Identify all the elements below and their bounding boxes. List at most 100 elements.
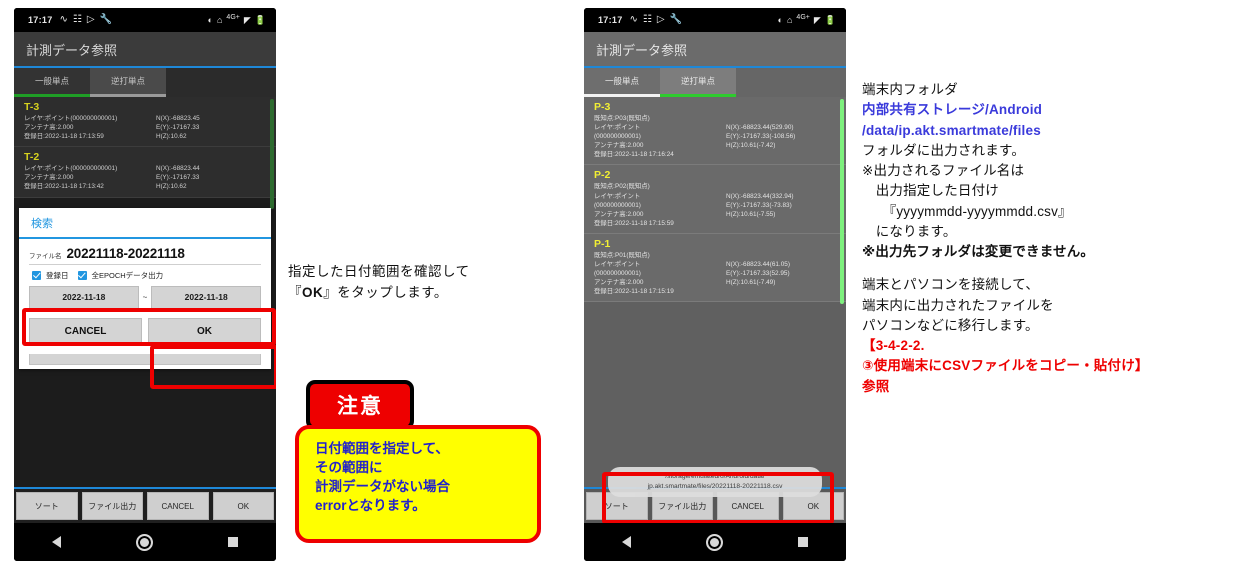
brightness-icon: ◐	[207, 15, 213, 25]
screen-right: 計測データ参照 一般単点 逆打単点 P-3 既知点:P03(既知点) レイヤ:ポ…	[584, 32, 846, 523]
tab-bar-left: 一般単点 逆打単点	[14, 68, 276, 94]
navigation-bar-left	[14, 523, 276, 561]
annotation-right-line9: ※出力先フォルダは変更できません。	[862, 244, 1095, 259]
dialog-action-row: CANCEL OK	[19, 309, 271, 354]
date-from-button[interactable]: 2022-11-18	[29, 285, 139, 309]
recents-icon[interactable]	[228, 537, 239, 547]
back-icon[interactable]	[621, 536, 631, 548]
annotation-right-line4: フォルダに出力されます。	[862, 142, 1026, 158]
toast-message: /storage/emulated/0/Android/data/ jp.akt…	[608, 467, 822, 497]
file-output-button[interactable]: ファイル出力	[81, 492, 143, 520]
page-title: 計測データ参照	[26, 42, 118, 58]
filename-row: ファイル名 20221118-20221118	[19, 239, 271, 263]
list-scrollbar[interactable]	[840, 99, 844, 304]
warning-line4: errorとなります。	[315, 498, 426, 514]
table-row[interactable]: T-3 レイヤ:ポイント(000000000001) アンテナ高:2.000 登…	[14, 97, 276, 148]
caution-label: 注意	[337, 395, 383, 418]
checkbox-row: 登録日 全EPOCHデータ出力	[19, 265, 271, 286]
annotation-right-line15: 参照	[862, 378, 890, 394]
annotation-right-line5: ※出力されるファイル名は	[862, 163, 1025, 178]
annotation-right-line6: 出力指定した日付け	[862, 183, 999, 199]
status-time: 17:17	[28, 15, 53, 25]
checkbox-registration-date-label: 登録日	[46, 270, 69, 280]
wave-icon: ∿	[59, 14, 68, 25]
list-scrollbar[interactable]	[270, 99, 274, 209]
filename-input[interactable]: 20221118-20221118	[67, 246, 185, 261]
tab-bar-right: 一般単点 逆打単点	[584, 68, 846, 94]
annotation-right-line1: 端末内フォルダ	[862, 82, 958, 97]
annotation-right-line12: パソコンなどに移行します。	[862, 317, 1039, 333]
navigation-bar-right	[584, 523, 846, 561]
status-bar-left: 17:17 ∿ ☷ ▷ 🔧 ◐ ⌂ 4G+ ◤ 🔋	[14, 8, 276, 32]
wrench-icon: 🔧	[669, 14, 683, 25]
annotation-right-line3: /data/ip.akt.smartmate/files	[862, 122, 1041, 138]
annotation-middle-line1: 指定した日付範囲を確認して	[288, 264, 470, 279]
app-title-bar-left: 計測データ参照	[14, 32, 276, 66]
warning-line2: その範囲に	[315, 460, 383, 476]
date-separator: ~	[142, 292, 148, 302]
annotation-right: 端末内フォルダ 内部共有ストレージ/Android /data/ip.akt.s…	[862, 80, 1232, 397]
phone-left: 17:17 ∿ ☷ ▷ 🔧 ◐ ⌂ 4G+ ◤ 🔋 計測データ参照 一般単点 逆…	[14, 8, 276, 561]
annotation-right-line2: 内部共有ストレージ/Android	[862, 102, 1043, 118]
recents-icon[interactable]	[798, 537, 809, 547]
date-range-row: 2022-11-18 ~ 2022-11-18	[19, 285, 271, 309]
ok-button-bottom[interactable]: OK	[212, 492, 274, 520]
toast-line1: /storage/emulated/0/Android/data/	[665, 473, 765, 481]
warning-line1: 日付範囲を指定して、	[315, 441, 449, 456]
annotation-right-line8: になります。	[862, 223, 957, 239]
tab-filler	[736, 68, 846, 94]
brightness-icon: ◐	[777, 15, 783, 25]
bottom-button-bar-left: ソート ファイル出力 CANCEL OK	[14, 487, 276, 523]
annotation-right-line13: 【3-4-2-2.	[862, 338, 925, 353]
toast-line2: jp.akt.smartmate/files/20221118-20221118…	[647, 483, 783, 491]
app-title-bar-right: 計測データ参照	[584, 32, 846, 66]
tab-stakeout-point[interactable]: 逆打単点	[90, 68, 166, 94]
cancel-button[interactable]: CANCEL	[29, 317, 142, 345]
status-bar-right: 17:17 ∿ ☷ ▷ 🔧 ◐ ⌂ 4G+ ◤ 🔋	[584, 8, 846, 32]
network-label: 4G+	[226, 13, 240, 21]
vpn-icon: ⌂	[786, 15, 793, 25]
table-row[interactable]: T-2 レイヤ:ポイント(000000000001) アンテナ高:2.000 登…	[14, 147, 276, 198]
tab-general-point[interactable]: 一般単点	[584, 68, 660, 94]
annotation-right-line10: 端末とパソコンを接続して、	[862, 277, 1040, 293]
record-list-left[interactable]: T-3 レイヤ:ポイント(000000000001) アンテナ高:2.000 登…	[14, 97, 276, 209]
annotation-middle-line2: 『OK』をタップします。	[288, 284, 448, 300]
checkbox-all-epoch[interactable]	[77, 270, 87, 280]
table-row[interactable]: P-3 既知点:P03(既知点) レイヤ:ポイント (000000000001)…	[584, 97, 846, 166]
checkbox-all-epoch-label: 全EPOCHデータ出力	[91, 270, 164, 280]
sort-button[interactable]: ソート	[16, 492, 78, 520]
checkbox-registration-date[interactable]	[32, 270, 41, 280]
table-row[interactable]: P-1 既知点:P01(既知点) レイヤ:ポイント (000000000001)…	[584, 233, 846, 303]
dialog-title: 検索	[31, 218, 53, 230]
send-icon: ▷	[656, 14, 665, 25]
tab-stakeout-point[interactable]: 逆打単点	[660, 68, 736, 94]
home-icon[interactable]	[705, 533, 723, 551]
sim-card-icon: ☷	[642, 14, 652, 25]
record-list-right[interactable]: P-3 既知点:P03(既知点) レイヤ:ポイント (000000000001)…	[584, 97, 846, 304]
screen-left: 計測データ参照 一般単点 逆打単点 T-3 レイヤ:ポイント(000000000…	[14, 32, 276, 523]
warning-line3: 計測データがない場合	[315, 479, 450, 495]
table-row[interactable]: P-2 既知点:P02(既知点) レイヤ:ポイント (000000000001)…	[584, 165, 846, 234]
status-time: 17:17	[598, 15, 623, 25]
send-icon: ▷	[86, 14, 95, 25]
tab-filler	[166, 68, 276, 94]
annotation-right-line11: 端末内に出力されたファイルを	[862, 297, 1054, 313]
annotation-right-line14: ③使用端末にCSVファイルをコピー・貼付け】	[862, 358, 1149, 374]
cancel-button-bottom[interactable]: CANCEL	[147, 492, 209, 520]
caution-badge: 注意	[306, 380, 414, 430]
annotation-right-line7: 『yyyymmdd-yyyymmdd.csv』	[862, 203, 1072, 219]
wrench-icon: 🔧	[99, 14, 113, 25]
back-icon[interactable]	[51, 536, 61, 548]
date-to-button[interactable]: 2022-11-18	[151, 285, 262, 309]
network-label: 4G+	[796, 13, 810, 21]
search-dialog: 検索 ファイル名 20221118-20221118 登録日 全EPOCHデータ…	[19, 208, 271, 369]
home-icon[interactable]	[135, 533, 153, 551]
filename-label: ファイル名	[29, 252, 62, 260]
ok-button[interactable]: OK	[148, 317, 261, 345]
signal-icon: ◤	[243, 14, 251, 25]
battery-icon: 🔋	[824, 14, 836, 25]
page-title: 計測データ参照	[596, 42, 688, 58]
tab-general-point[interactable]: 一般単点	[14, 68, 90, 94]
annotation-middle: 指定した日付範囲を確認して 『OK』をタップします。	[288, 262, 566, 304]
wave-icon: ∿	[629, 14, 638, 25]
